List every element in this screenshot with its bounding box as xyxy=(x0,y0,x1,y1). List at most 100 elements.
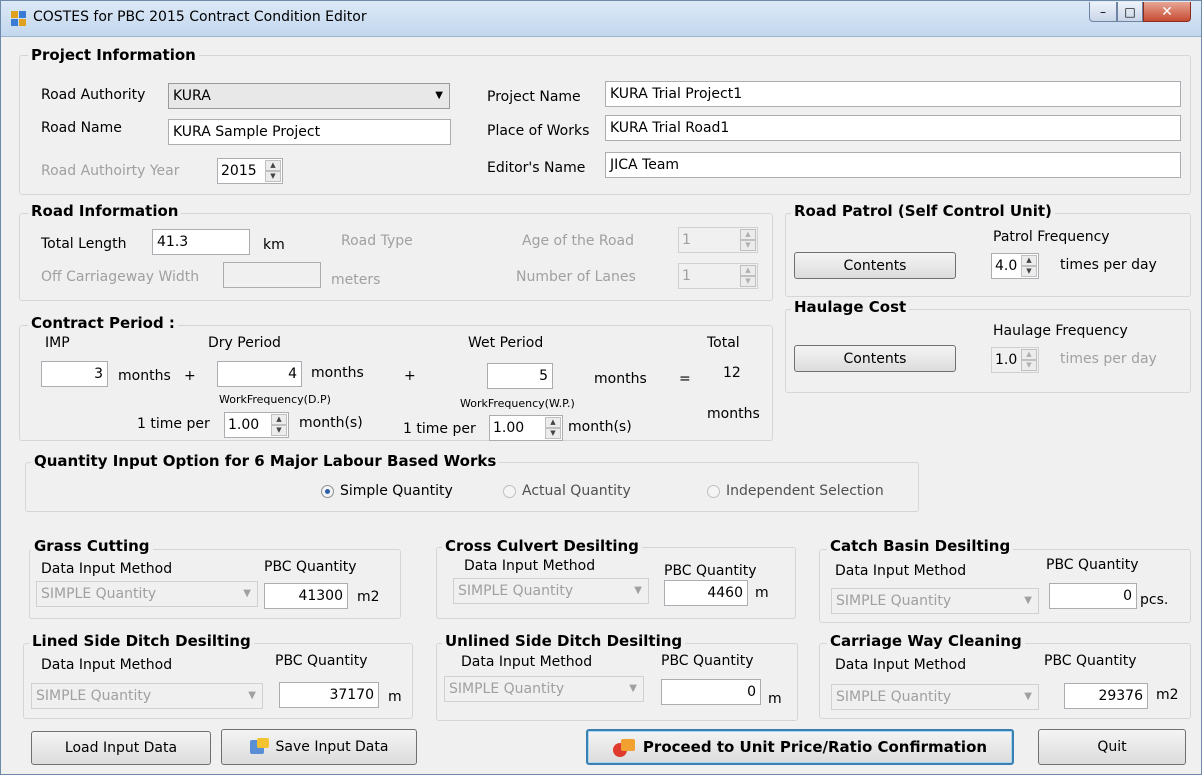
carriage-data-input-method-label: Data Input Method xyxy=(835,657,967,673)
spinner-buttons[interactable]: ▲ ▼ xyxy=(1021,349,1037,371)
haulage-contents-button[interactable]: Contents xyxy=(794,345,956,372)
patrol-frequency-spinner[interactable]: 4.0 ▲ ▼ xyxy=(991,253,1039,279)
road-authority-select[interactable]: KURA ▼ xyxy=(168,83,450,109)
haulage-frequency-unit: times per day xyxy=(1060,351,1157,367)
editors-name-input[interactable]: JICA Team xyxy=(605,152,1181,178)
unlined-pbc-quantity-label: PBC Quantity xyxy=(661,653,754,669)
lined-ditch-legend: Lined Side Ditch Desilting xyxy=(29,632,254,650)
imp-label: IMP xyxy=(45,335,70,351)
simple-quantity-radio[interactable]: Simple Quantity xyxy=(321,483,453,499)
close-button[interactable]: ✕ xyxy=(1143,2,1191,22)
cross-quantity-input[interactable]: 4460 xyxy=(664,580,748,606)
patrol-frequency-value: 4.0 xyxy=(995,258,1018,274)
grass-cutting-legend: Grass Cutting xyxy=(31,537,153,555)
wet-period-input[interactable]: 5 xyxy=(487,363,553,389)
proceed-button[interactable]: Proceed to Unit Price/Ratio Confirmation xyxy=(586,729,1014,765)
spin-down-icon: ▼ xyxy=(265,171,281,182)
lined-method-select[interactable]: SIMPLE Quantity ▼ xyxy=(31,683,263,709)
road-patrol-contents-button[interactable]: Contents xyxy=(794,252,956,279)
catch-pbc-quantity-label: PBC Quantity xyxy=(1046,557,1139,573)
radio-unselected-icon xyxy=(707,484,720,498)
grass-method-select[interactable]: SIMPLE Quantity ▼ xyxy=(36,581,258,607)
total-length-input[interactable]: 41.3 xyxy=(152,229,250,255)
spinner-buttons[interactable]: ▲ ▼ xyxy=(271,414,287,436)
grass-quantity-input[interactable]: 41300 xyxy=(264,583,348,609)
off-carriageway-width-input[interactable] xyxy=(223,262,321,288)
radio-unselected-icon xyxy=(503,484,516,498)
spinner-buttons[interactable]: ▲ ▼ xyxy=(1021,255,1037,277)
total-length-label: Total Length xyxy=(41,236,127,252)
plus-sign-2: + xyxy=(404,368,416,384)
dropdown-arrow-icon: ▼ xyxy=(243,588,251,599)
spin-up-icon: ▲ xyxy=(740,265,756,276)
dropdown-arrow-icon: ▼ xyxy=(1024,595,1032,606)
project-information-legend: Project Information xyxy=(28,46,199,64)
carriage-way-legend: Carriage Way Cleaning xyxy=(827,632,1025,650)
spinner-buttons[interactable]: ▲ ▼ xyxy=(740,229,756,251)
meters-unit: meters xyxy=(331,272,381,288)
number-of-lanes-value: 1 xyxy=(682,268,691,284)
road-name-label: Road Name xyxy=(41,120,122,136)
patrol-frequency-label: Patrol Frequency xyxy=(993,229,1110,245)
unlined-quantity-input[interactable]: 0 xyxy=(661,679,761,705)
haulage-frequency-spinner[interactable]: 1.0 ▲ ▼ xyxy=(991,347,1039,373)
road-information-group xyxy=(19,213,773,301)
road-name-input[interactable]: KURA Sample Project xyxy=(168,119,451,145)
number-of-lanes-spinner[interactable]: 1 ▲ ▼ xyxy=(678,263,758,289)
spin-up-icon: ▲ xyxy=(740,229,756,240)
dropdown-arrow-icon: ▼ xyxy=(634,585,642,596)
imp-months-unit: months xyxy=(118,368,171,384)
age-of-road-spinner[interactable]: 1 ▲ ▼ xyxy=(678,227,758,253)
project-name-input[interactable]: KURA Trial Project1 xyxy=(605,81,1181,107)
spinner-buttons[interactable]: ▲ ▼ xyxy=(740,265,756,287)
spin-up-icon: ▲ xyxy=(271,414,287,425)
age-of-road-value: 1 xyxy=(682,232,691,248)
actual-quantity-label: Actual Quantity xyxy=(522,483,631,499)
road-authority-label: Road Authority xyxy=(41,87,146,103)
dp-frequency-spinner[interactable]: 1.00 ▲ ▼ xyxy=(224,412,289,438)
maximize-button[interactable]: □ xyxy=(1117,2,1143,22)
save-input-data-button[interactable]: Save Input Data xyxy=(221,729,417,765)
haulage-frequency-label: Haulage Frequency xyxy=(993,323,1128,339)
patrol-frequency-unit: times per day xyxy=(1060,257,1157,273)
radio-selected-icon xyxy=(321,484,334,498)
save-icon xyxy=(249,738,270,756)
cross-method-select[interactable]: SIMPLE Quantity ▼ xyxy=(453,578,649,604)
contract-period-legend: Contract Period : xyxy=(28,314,178,332)
spinner-buttons[interactable]: ▲ ▼ xyxy=(265,160,281,182)
dropdown-arrow-icon: ▼ xyxy=(1024,691,1032,702)
actual-quantity-radio[interactable]: Actual Quantity xyxy=(503,483,631,499)
unlined-ditch-legend: Unlined Side Ditch Desilting xyxy=(442,632,686,650)
spinner-buttons[interactable]: ▲ ▼ xyxy=(545,417,561,439)
load-input-data-button[interactable]: Load Input Data xyxy=(31,731,211,765)
title-bar[interactable]: COSTES for PBC 2015 Contract Condition E… xyxy=(1,1,1201,37)
cross-data-input-method-label: Data Input Method xyxy=(464,558,596,574)
lined-quantity-input[interactable]: 37170 xyxy=(279,682,379,708)
dropdown-arrow-icon: ▼ xyxy=(248,690,256,701)
minimize-button[interactable]: – xyxy=(1089,2,1117,22)
wp-frequency-spinner[interactable]: 1.00 ▲ ▼ xyxy=(489,415,563,441)
plus-sign: + xyxy=(184,368,196,384)
wp-frequency-value: 1.00 xyxy=(493,420,525,436)
catch-data-input-method-label: Data Input Method xyxy=(835,563,967,579)
number-of-lanes-label: Number of Lanes xyxy=(516,269,636,285)
carriage-method-select[interactable]: SIMPLE Quantity ▼ xyxy=(831,684,1039,710)
dry-period-input[interactable]: 4 xyxy=(217,361,302,387)
place-of-works-label: Place of Works xyxy=(487,123,590,139)
unlined-method-select[interactable]: SIMPLE Quantity ▼ xyxy=(444,676,644,702)
road-patrol-legend: Road Patrol (Self Control Unit) xyxy=(791,202,1055,220)
carriage-quantity-input[interactable]: 29376 xyxy=(1064,683,1148,709)
simple-quantity-label: Simple Quantity xyxy=(340,483,453,499)
dp-frequency-value: 1.00 xyxy=(228,417,260,433)
dry-months-unit: months xyxy=(311,365,364,381)
place-of-works-input[interactable]: KURA Trial Road1 xyxy=(605,115,1181,141)
catch-method-select[interactable]: SIMPLE Quantity ▼ xyxy=(831,588,1039,614)
road-authority-year-spinner[interactable]: 2015 ▲ ▼ xyxy=(217,158,283,184)
imp-input[interactable]: 3 xyxy=(41,361,108,387)
wet-period-label: Wet Period xyxy=(468,335,544,351)
wp-time-per-label: 1 time per xyxy=(403,421,476,437)
catch-quantity-input[interactable]: 0 xyxy=(1049,583,1137,609)
quit-button[interactable]: Quit xyxy=(1038,729,1186,765)
total-value: 12 xyxy=(723,365,741,381)
independent-selection-radio[interactable]: Independent Selection xyxy=(707,483,884,499)
